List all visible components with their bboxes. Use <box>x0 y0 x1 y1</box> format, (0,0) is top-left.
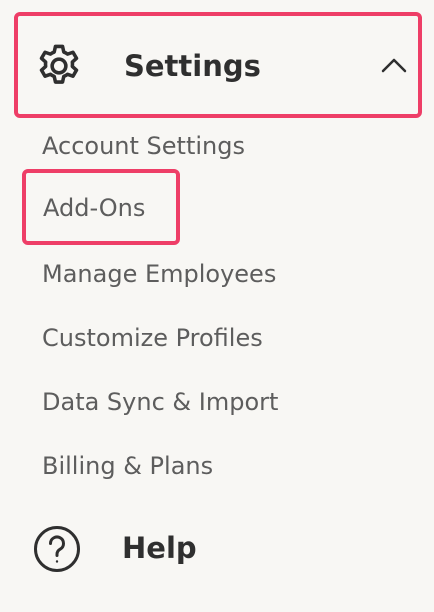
help-label: Help <box>122 531 197 565</box>
menu-item-billing-plans[interactable]: Billing & Plans <box>42 451 213 481</box>
chevron-up-icon[interactable] <box>380 56 408 74</box>
menu-item-add-ons[interactable]: Add-Ons <box>22 169 180 245</box>
settings-section-header[interactable]: Settings <box>14 12 422 118</box>
menu-item-manage-employees[interactable]: Manage Employees <box>42 259 276 289</box>
gear-icon <box>39 44 79 84</box>
settings-navigation-menu: Settings Account Settings Add-Ons Manage… <box>0 0 434 612</box>
menu-item-data-sync-import[interactable]: Data Sync & Import <box>42 387 278 417</box>
menu-item-account-settings[interactable]: Account Settings <box>42 131 245 161</box>
menu-item-add-ons-label: Add-Ons <box>43 194 146 222</box>
settings-title: Settings <box>124 49 261 83</box>
help-menu-item[interactable]: Help <box>32 522 332 576</box>
menu-item-customize-profiles[interactable]: Customize Profiles <box>42 323 263 353</box>
question-circle-icon <box>34 526 80 572</box>
